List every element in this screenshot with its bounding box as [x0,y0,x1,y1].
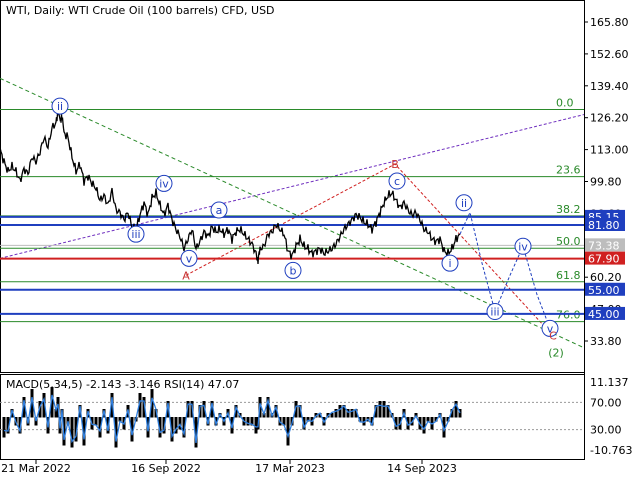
rsi-tick-label: 30.00 [590,424,622,437]
macd-bar [382,401,386,418]
chart-title: WTI, Daily: WTI Crude Oil (100 barrels) … [6,4,275,17]
price-tick-label: 126.20 [590,112,629,125]
wave-label: v [186,252,193,265]
wave-label: i [448,257,451,270]
price-level-value: 81.80 [588,219,620,232]
wave-label: C [549,330,557,343]
date-tick-label: 14 Sep 2023 [387,462,457,475]
price-tick-label: 60.20 [590,271,622,284]
price-tick-label: 165.80 [590,16,629,29]
wave-label: a [216,204,223,217]
wave-label: B [391,158,399,171]
macd-tick-label: 11.137 [590,376,629,389]
fib-level-label: 23.6 [556,164,581,177]
macd-bar [378,401,382,418]
upper-channel-line [0,114,585,259]
macd-bar [422,417,426,434]
indicator-title: MACD(5,34,5) -2.143 -3.146 RSI(14) 47.07 [6,378,239,391]
price-level-value: 67.90 [588,253,620,266]
date-tick-label: 17 Mar 2023 [255,462,325,475]
macd-bar [2,417,6,438]
fib-level-label: 50.0 [556,235,581,248]
wave-label: ii [57,100,63,113]
wave-label: (2) [548,347,564,360]
price-tick-label: 152.60 [590,48,629,61]
price-level-value: 73.38 [588,239,620,252]
date-tick-label: 16 Sep 2022 [131,462,201,475]
rsi-tick-label: 70.00 [590,396,622,409]
price-tick-label: 113.00 [590,144,629,157]
price-tick-label: 33.80 [590,335,622,348]
chart-canvas: WTI, Daily: WTI Crude Oil (100 barrels) … [0,0,632,475]
wave-label: iii [490,306,499,319]
wave-label: c [394,175,400,188]
chart-stage: WTI, Daily: WTI Crude Oil (100 barrels) … [0,0,640,480]
wave-label: b [290,264,297,277]
price-level-value: 55.00 [588,284,620,297]
fib-level-label: 61.8 [556,269,581,282]
macd-tick-label: -10.763 [590,444,632,457]
wave-label: A [182,269,190,282]
date-tick-label: 21 Mar 2022 [1,462,71,475]
wave-label: iv [159,177,169,190]
wave-label: iii [131,228,140,241]
price-tick-label: 139.40 [590,80,629,93]
fib-level-label: 38.2 [556,203,581,216]
macd-bar [70,417,74,448]
price-tick-label: 99.80 [590,176,622,189]
price-level-value: 45.00 [588,308,620,321]
wave-label: ii [461,197,467,210]
fib-level-label: 76.0 [556,309,581,322]
fib-level-label: 0.0 [556,96,574,109]
wave-label: iv [518,240,528,253]
macd-bar [338,405,342,418]
